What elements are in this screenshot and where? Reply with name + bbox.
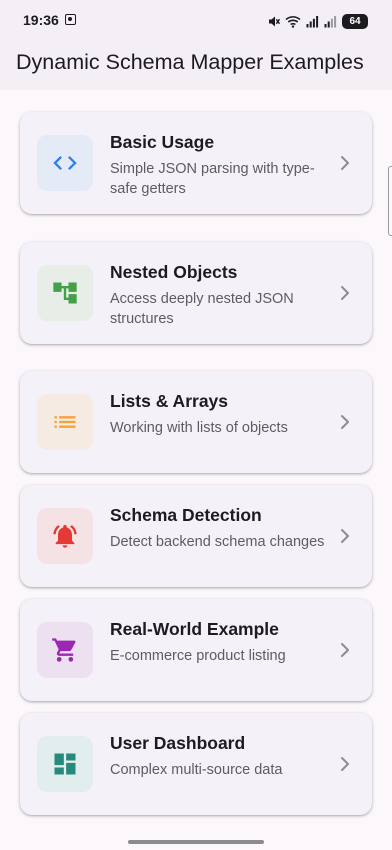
account-tree-icon xyxy=(53,282,77,304)
card-subtitle: Simple JSON parsing with type-safe gette… xyxy=(110,161,315,197)
status-bar: 19:36 64 xyxy=(0,0,392,40)
list-icon xyxy=(54,416,76,428)
card-subtitle: E-commerce product listing xyxy=(110,648,286,664)
signal-icon xyxy=(306,15,319,27)
dashboard-icon xyxy=(54,753,76,775)
app-bar: Dynamic Schema Mapper Examples xyxy=(0,40,392,90)
screenshot-icon xyxy=(65,14,76,25)
card-title: Real-World Example xyxy=(110,619,279,639)
card-subtitle: Access deeply nested JSON structures xyxy=(110,291,294,327)
shopping-cart-icon xyxy=(52,638,76,662)
card-subtitle: Complex multi-source data xyxy=(110,762,283,778)
mute-icon xyxy=(269,16,280,26)
card-subtitle: Detect backend schema changes xyxy=(110,534,325,550)
card-title: User Dashboard xyxy=(110,733,246,753)
card-icon-container xyxy=(37,508,93,564)
code-icon xyxy=(53,156,77,170)
card-subtitle: Working with lists of objects xyxy=(110,420,288,436)
example-card-real-world[interactable]: Real-World Example E-commerce product li… xyxy=(20,599,372,701)
status-time: 19:36 xyxy=(23,12,59,28)
example-card-user-dashboard[interactable]: User Dashboard Complex multi-source data xyxy=(20,713,372,815)
battery-icon: 64 xyxy=(342,13,368,29)
card-icon-container xyxy=(37,265,93,321)
card-icon-container xyxy=(37,736,93,792)
example-card-schema-detection[interactable]: Schema Detection Detect backend schema c… xyxy=(20,485,372,587)
signal-icon xyxy=(324,15,337,27)
example-card-lists-arrays[interactable]: Lists & Arrays Working with lists of obj… xyxy=(20,371,372,473)
chevron-right-icon xyxy=(341,286,349,300)
scrollbar[interactable] xyxy=(388,166,392,236)
example-card-nested-objects[interactable]: Nested Objects Access deeply nested JSON… xyxy=(20,242,372,344)
card-title: Nested Objects xyxy=(110,262,238,282)
chevron-right-icon xyxy=(341,156,349,170)
page-title: Dynamic Schema Mapper Examples xyxy=(16,50,364,74)
card-icon-container xyxy=(37,622,93,678)
card-title: Lists & Arrays xyxy=(110,391,229,411)
notification-bell-icon xyxy=(53,524,77,548)
card-icon-container xyxy=(37,135,93,191)
chevron-right-icon xyxy=(341,643,349,657)
chevron-right-icon xyxy=(341,415,349,429)
card-title: Schema Detection xyxy=(110,505,262,525)
example-card-basic-usage[interactable]: Basic Usage Simple JSON parsing with typ… xyxy=(20,112,372,214)
gesture-navigation-bar[interactable] xyxy=(128,840,264,844)
chevron-right-icon xyxy=(341,757,349,771)
chevron-right-icon xyxy=(341,529,349,543)
card-icon-container xyxy=(37,394,93,450)
card-title: Basic Usage xyxy=(110,132,215,152)
wifi-icon xyxy=(285,15,301,28)
status-icons: 64 xyxy=(268,12,368,30)
